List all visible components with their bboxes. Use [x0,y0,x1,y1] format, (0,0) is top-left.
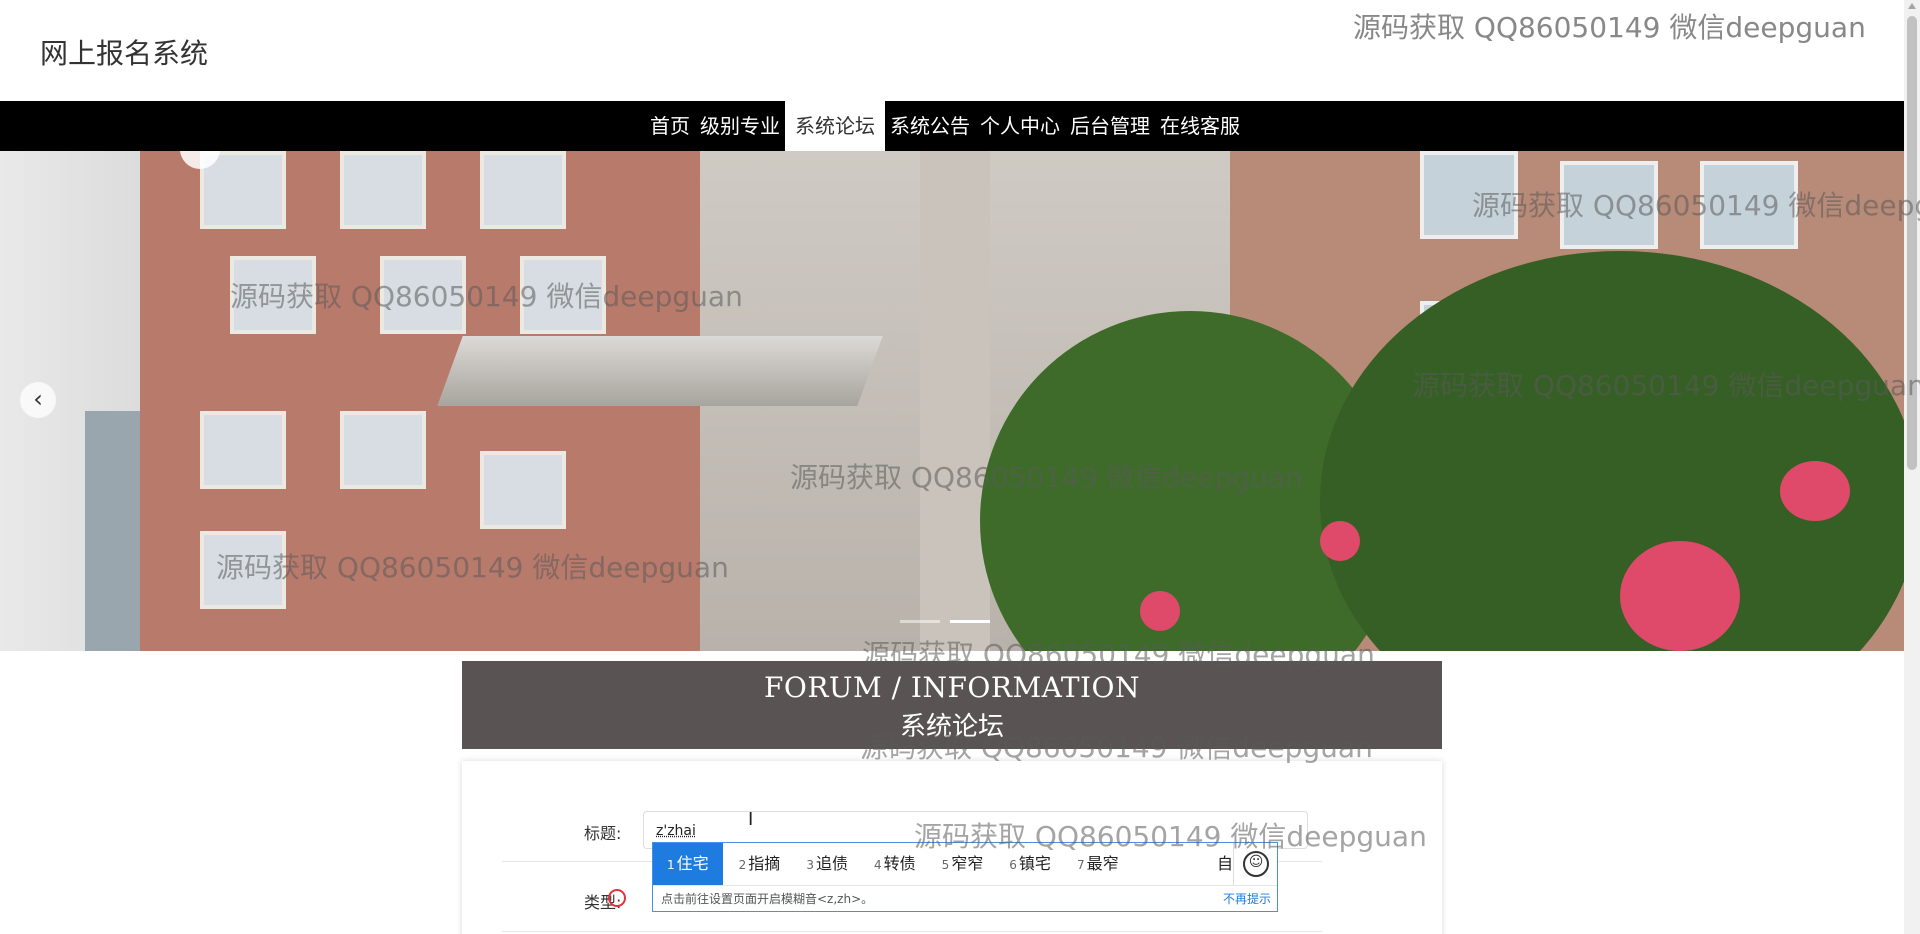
nav-item-home[interactable]: 首页 [645,101,695,151]
nav-item-online-service[interactable]: 在线客服 [1155,101,1245,151]
banner-building-small [85,411,140,651]
nav-item-admin[interactable]: 后台管理 [1065,101,1155,151]
nav-item-personal-center[interactable]: 个人中心 [975,101,1065,151]
carousel-dot-active[interactable] [950,620,990,623]
ime-tip-text: 点击前往设置页面开启模糊音<z,zh>。 [661,892,874,906]
banner-flower [1140,591,1180,631]
type-radio[interactable] [608,889,626,907]
banner-flower [1780,461,1850,521]
ime-candidate[interactable]: 3 追债 [790,843,858,885]
page-scrollbar[interactable] [1904,0,1920,934]
ime-candidates: 1 住宅 2 指摘 3 追债 4 转债 5 窄窄 6 镇宅 7 最窄 [653,843,1129,885]
emoji-icon[interactable]: ☺ [1243,851,1269,877]
nav-item-forum[interactable]: 系统论坛 [785,101,885,151]
forum-section-header: FORUM / INFORMATION 系统论坛 [462,661,1442,749]
banner-canopy [437,336,883,406]
site-title: 网上报名系统 [40,37,209,70]
ime-candidate[interactable]: 7 最窄 [1061,843,1129,885]
ime-divider [1233,843,1234,885]
carousel-dots [900,620,990,623]
ime-tip: 点击前往设置页面开启模糊音<z,zh>。 不再提示 [653,885,1277,912]
carousel-prev-button[interactable]: ‹ [20,382,56,418]
banner-image [0,151,1904,651]
forum-title-en: FORUM / INFORMATION [763,671,1141,704]
ime-candidate-more[interactable]: 自 [1217,843,1233,885]
ime-candidate[interactable]: 5 窄窄 [926,843,994,885]
title-input-value: z'zhai [656,823,696,839]
page: 网上报名系统 首页 级别专业 系统论坛 系统公告 个人中心 后台管理 在线客服 [0,0,1904,934]
ime-candidate-window: 1 住宅 2 指摘 3 追债 4 转债 5 窄窄 6 镇宅 7 最窄 自 ☺ 点击前往设置页面… [652,842,1278,912]
ime-candidate[interactable]: 2 指摘 [723,843,791,885]
nav-item-levels-majors[interactable]: 级别专业 [695,101,785,151]
scroll-up-icon[interactable] [1908,3,1916,9]
carousel-dot[interactable] [900,620,940,623]
main-nav: 首页 级别专业 系统论坛 系统公告 个人中心 后台管理 在线客服 [0,101,1904,151]
ime-dismiss-link[interactable]: 不再提示 [1223,886,1271,913]
ime-candidate[interactable]: 6 镇宅 [993,843,1061,885]
scroll-thumb[interactable] [1907,16,1917,470]
forum-title-cn: 系统论坛 [899,712,1004,742]
text-cursor-icon: I [748,809,754,830]
banner-flower [1320,521,1360,561]
nav-item-announcements[interactable]: 系统公告 [885,101,975,151]
banner-pillar [920,151,990,651]
banner-flower [1620,541,1740,651]
ime-candidate[interactable]: 4 转债 [858,843,926,885]
nav-list: 首页 级别专业 系统论坛 系统公告 个人中心 后台管理 在线客服 [645,101,1245,151]
title-label: 标题: [584,824,622,843]
ime-candidate[interactable]: 1 住宅 [653,843,723,885]
banner-carousel: ‹ [0,151,1904,651]
